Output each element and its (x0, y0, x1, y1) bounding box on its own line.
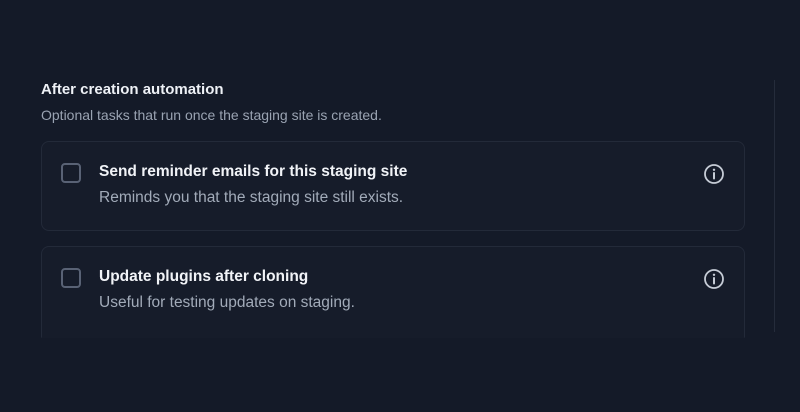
staging-settings-panel: After creation automation Optional tasks… (0, 0, 800, 412)
option-text: Send reminder emails for this staging si… (99, 162, 407, 208)
section-title: After creation automation (41, 81, 224, 98)
after-creation-automation-section: After creation automation Optional tasks… (41, 81, 747, 338)
option-description: Useful for testing updates on staging. (99, 294, 355, 311)
option-description: Reminds you that the staging site still … (99, 189, 404, 206)
update-plugins-checkbox[interactable] (61, 268, 81, 288)
section-description: Optional tasks that run once the staging… (41, 107, 382, 123)
vertical-divider (774, 80, 775, 332)
info-icon[interactable] (703, 268, 725, 290)
info-icon[interactable] (703, 163, 725, 185)
option-title: Send reminder emails for this staging si… (99, 163, 408, 180)
reminder-emails-checkbox[interactable] (61, 163, 81, 183)
option-text: Update plugins after cloning Useful for … (99, 267, 355, 313)
option-card-reminder-emails[interactable]: Send reminder emails for this staging si… (41, 141, 745, 231)
option-title: Update plugins after cloning (99, 268, 309, 285)
option-card-update-plugins[interactable]: Update plugins after cloning Useful for … (41, 246, 745, 338)
